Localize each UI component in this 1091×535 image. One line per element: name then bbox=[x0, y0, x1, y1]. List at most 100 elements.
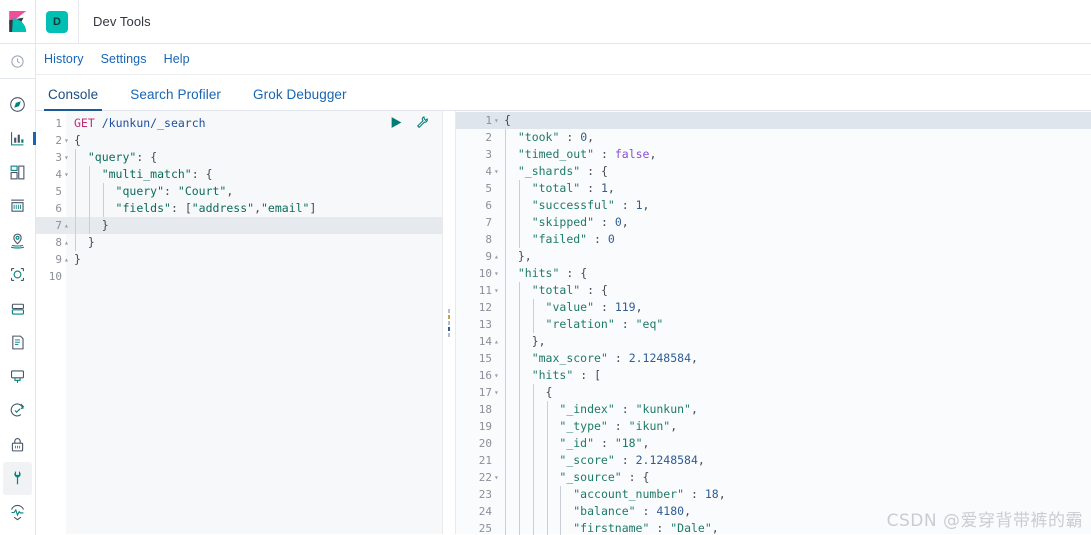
sidebar-item-infrastructure[interactable] bbox=[3, 292, 32, 325]
code-line[interactable]: 10 bbox=[36, 268, 443, 285]
fold-toggle-icon[interactable]: ▴ bbox=[64, 234, 72, 251]
code-line[interactable]: 18 "_index" : "kunkun", bbox=[456, 401, 1091, 418]
sidebar-item-logs[interactable] bbox=[3, 326, 32, 359]
code-line[interactable]: 14 ▴ }, bbox=[456, 333, 1091, 350]
code-line[interactable]: 2 ▾{ bbox=[36, 132, 443, 149]
code-line[interactable]: 13 "relation" : "eq" bbox=[456, 316, 1091, 333]
code-line[interactable]: 1 ▾{ bbox=[456, 112, 1091, 129]
console-editors: 1 GET /kunkun/_search 2 ▾{3 ▾ "query": {4 ▾ "… bbox=[36, 111, 1091, 535]
code-line[interactable]: 2 "took" : 0, bbox=[456, 129, 1091, 146]
code-line[interactable]: 21 "_score" : 2.1248584, bbox=[456, 452, 1091, 469]
app-badge-cell: D bbox=[36, 0, 79, 43]
menu-item-settings[interactable]: Settings bbox=[101, 52, 147, 66]
line-number: 2 bbox=[485, 131, 492, 144]
code-line[interactable]: 9 ▴ }, bbox=[456, 248, 1091, 265]
code-line[interactable]: 4 ▾ "multi_match": { bbox=[36, 166, 443, 183]
code-line[interactable]: 6 "fields": ["address","email"] bbox=[36, 200, 443, 217]
code-line[interactable]: 15 "max_score" : 2.1248584, bbox=[456, 350, 1091, 367]
code-line[interactable]: 19 "_type" : "ikun", bbox=[456, 418, 1091, 435]
code-line[interactable]: 10 ▾ "hits" : { bbox=[456, 265, 1091, 282]
code-line[interactable]: 24 "balance" : 4180, bbox=[456, 503, 1091, 520]
sidebar-item-dashboard[interactable] bbox=[3, 156, 32, 189]
tab-grok-debugger[interactable]: Grok Debugger bbox=[249, 87, 351, 110]
sidebar-item-monitoring[interactable] bbox=[3, 496, 32, 529]
sidebar-item-siem[interactable] bbox=[3, 428, 32, 461]
fold-toggle-icon[interactable]: ▾ bbox=[494, 163, 502, 180]
code-line[interactable]: 17 ▾ { bbox=[456, 384, 1091, 401]
fold-toggle-icon[interactable]: ▾ bbox=[494, 112, 502, 129]
code-text: "balance" : 4180, bbox=[573, 504, 692, 518]
code-line[interactable]: 8 "failed" : 0 bbox=[456, 231, 1091, 248]
sidebar-item-discover[interactable] bbox=[3, 88, 32, 121]
request-options-button[interactable] bbox=[415, 115, 429, 129]
code-line[interactable]: 5 "total" : 1, bbox=[456, 180, 1091, 197]
line-number: 18 bbox=[478, 403, 492, 416]
code-text: "_id" : "18", bbox=[559, 436, 650, 450]
line-number: 3 bbox=[485, 148, 492, 161]
sidebar-item-machine-learning[interactable] bbox=[3, 258, 32, 291]
code-line[interactable]: 4 ▾ "_shards" : { bbox=[456, 163, 1091, 180]
request-code[interactable]: 1 GET /kunkun/_search 2 ▾{3 ▾ "query": {4 ▾ "… bbox=[36, 111, 443, 534]
code-line[interactable]: 11 ▾ "total" : { bbox=[456, 282, 1091, 299]
code-text: }, bbox=[531, 334, 546, 348]
maps-icon bbox=[10, 233, 25, 249]
line-number: 24 bbox=[478, 505, 492, 518]
response-editor-pane[interactable]: 1 ▾{2 "took" : 0, 3 "timed_out" : false, 4 ▾… bbox=[456, 111, 1091, 535]
fold-toggle-icon[interactable]: ▴ bbox=[494, 333, 502, 350]
menu-item-history[interactable]: History bbox=[44, 52, 84, 66]
sidebar-item-uptime[interactable] bbox=[3, 394, 32, 427]
code-text: "_type" : "ikun", bbox=[559, 419, 678, 433]
code-line[interactable]: 12 "value" : 119, bbox=[456, 299, 1091, 316]
grip-icon bbox=[448, 308, 450, 337]
dev-tools-tabs: Console Search Profiler Grok Debugger bbox=[36, 75, 1091, 111]
code-line[interactable]: 25 "firstname" : "Dale", bbox=[456, 520, 1091, 535]
code-line[interactable]: 5 "query": "Court", bbox=[36, 183, 443, 200]
menu-item-help[interactable]: Help bbox=[164, 52, 190, 66]
code-line[interactable]: 9 ▴} bbox=[36, 251, 443, 268]
fold-toggle-icon[interactable]: ▴ bbox=[64, 217, 72, 234]
code-line[interactable]: 7 "skipped" : 0, bbox=[456, 214, 1091, 231]
tab-console[interactable]: Console bbox=[44, 87, 103, 111]
tab-search-profiler[interactable]: Search Profiler bbox=[126, 87, 225, 110]
editor-resize-handle[interactable] bbox=[443, 111, 456, 534]
code-text: } bbox=[74, 252, 81, 266]
sidebar-item-apm[interactable] bbox=[3, 360, 32, 393]
code-line[interactable]: 20 "_id" : "18", bbox=[456, 435, 1091, 452]
fold-toggle-icon[interactable]: ▾ bbox=[494, 265, 502, 282]
sidebar-item-visualize[interactable] bbox=[3, 122, 36, 155]
sidebar-item-maps[interactable] bbox=[3, 224, 32, 257]
code-line[interactable]: 22 ▾ "_source" : { bbox=[456, 469, 1091, 486]
code-line[interactable]: 7 ▴ } bbox=[36, 217, 443, 234]
global-header: D Dev Tools bbox=[0, 0, 1091, 44]
rail-item-recently-viewed[interactable] bbox=[0, 44, 35, 79]
sidebar-item-management[interactable] bbox=[3, 530, 32, 535]
code-text: "relation" : "eq" bbox=[545, 317, 664, 331]
code-line[interactable]: 3 ▾ "query": { bbox=[36, 149, 443, 166]
kibana-home-button[interactable] bbox=[0, 0, 36, 43]
sidebar-item-dev-tools[interactable] bbox=[3, 462, 32, 495]
send-request-button[interactable] bbox=[390, 116, 403, 129]
fold-toggle-icon[interactable]: ▾ bbox=[64, 149, 72, 166]
code-line[interactable]: 23 "account_number" : 18, bbox=[456, 486, 1091, 503]
sidebar-item-canvas[interactable] bbox=[3, 190, 32, 223]
line-number: 17 bbox=[478, 386, 492, 399]
response-code[interactable]: 1 ▾{2 "took" : 0, 3 "timed_out" : false, 4 ▾… bbox=[456, 111, 1091, 535]
code-text: "total" : { bbox=[531, 283, 608, 297]
line-number: 14 bbox=[478, 335, 492, 348]
fold-toggle-icon[interactable]: ▾ bbox=[64, 132, 72, 149]
line-number: 11 bbox=[478, 284, 492, 297]
code-line[interactable]: 16 ▾ "hits" : [ bbox=[456, 367, 1091, 384]
fold-toggle-icon[interactable]: ▾ bbox=[494, 367, 502, 384]
fold-toggle-icon[interactable]: ▾ bbox=[64, 166, 72, 183]
fold-toggle-icon[interactable]: ▾ bbox=[494, 384, 502, 401]
fold-toggle-icon[interactable]: ▴ bbox=[494, 248, 502, 265]
fold-toggle-icon[interactable]: ▾ bbox=[494, 282, 502, 299]
code-line[interactable]: 6 "successful" : 1, bbox=[456, 197, 1091, 214]
code-line[interactable]: 1 GET /kunkun/_search bbox=[36, 115, 443, 132]
request-editor-pane[interactable]: 1 GET /kunkun/_search 2 ▾{3 ▾ "query": {4 ▾ "… bbox=[36, 111, 443, 534]
code-line[interactable]: 3 "timed_out" : false, bbox=[456, 146, 1091, 163]
fold-toggle-icon[interactable]: ▾ bbox=[494, 469, 502, 486]
code-text: { bbox=[504, 113, 511, 127]
code-line[interactable]: 8 ▴ } bbox=[36, 234, 443, 251]
fold-toggle-icon[interactable]: ▴ bbox=[64, 251, 72, 268]
